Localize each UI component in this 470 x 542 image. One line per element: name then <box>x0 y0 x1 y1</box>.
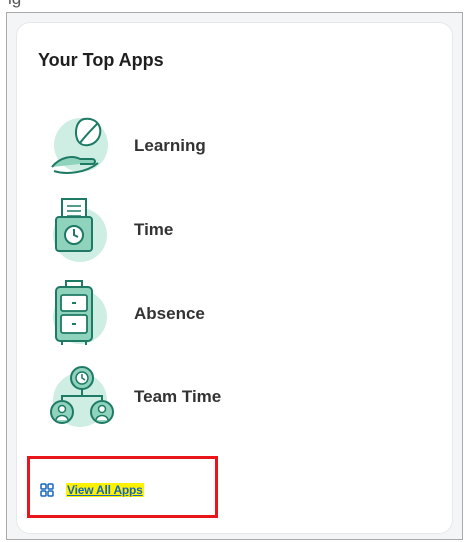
app-label-team-time: Team Time <box>134 387 222 406</box>
team-time-clock-people-icon <box>46 360 116 434</box>
app-label-learning: Learning <box>134 136 206 155</box>
view-all-apps-label[interactable]: View All Apps <box>66 483 144 497</box>
app-item-time[interactable]: Time <box>46 193 326 267</box>
app-label-time: Time <box>134 220 174 239</box>
absence-luggage-icon <box>46 277 116 351</box>
view-all-apps-link[interactable]: View All Apps <box>40 480 144 500</box>
app-item-team-time[interactable]: Team Time <box>46 360 326 434</box>
learning-leaf-hand-icon <box>46 109 116 183</box>
app-item-absence[interactable]: Absence <box>46 277 326 351</box>
card-title: Your Top Apps <box>38 50 164 70</box>
app-label-absence: Absence <box>134 304 205 323</box>
cropped-heading-text: ig <box>8 0 21 8</box>
app-item-learning[interactable]: Learning <box>46 109 326 183</box>
time-clock-card-icon <box>46 193 116 267</box>
grid-apps-icon <box>40 483 54 497</box>
